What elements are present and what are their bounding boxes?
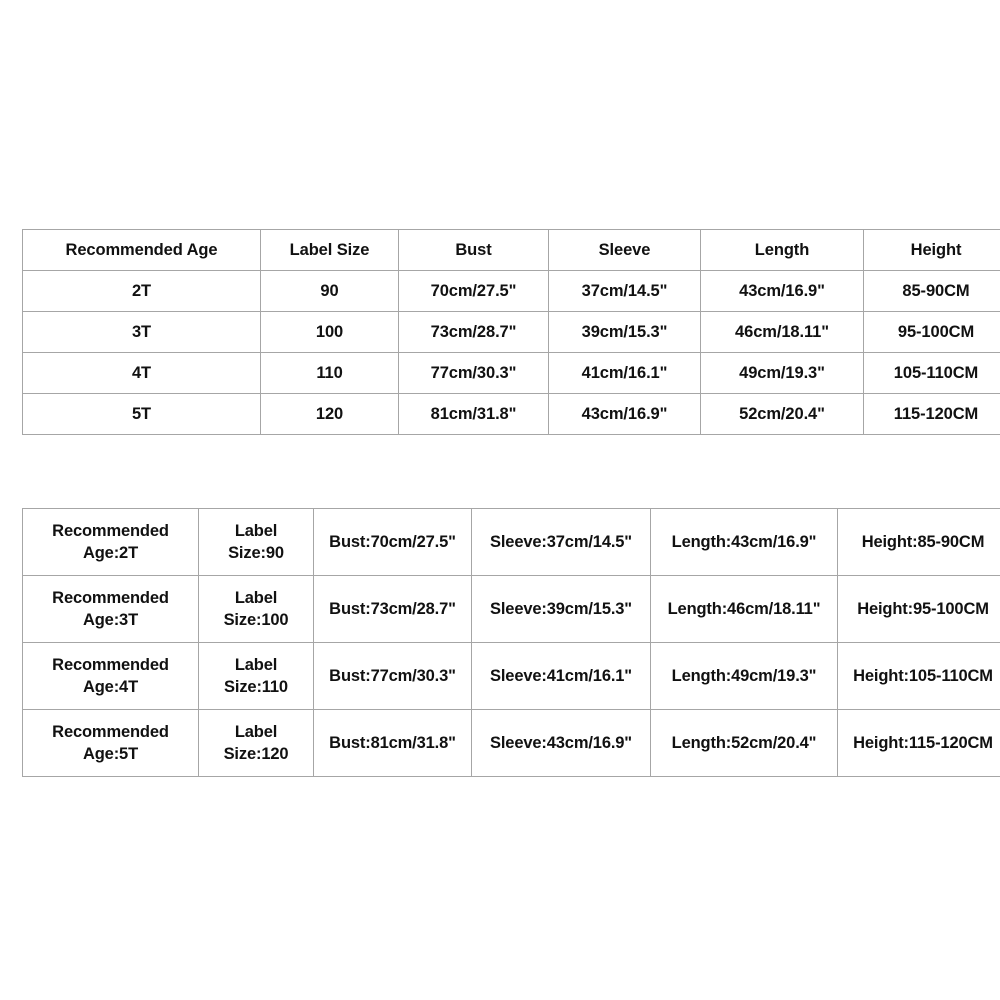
cell-recommended-age: 4T xyxy=(22,352,261,394)
cell-length: 52cm/20.4" xyxy=(700,393,864,435)
cell-length: 43cm/16.9" xyxy=(700,270,864,312)
cell-length: Length:46cm/18.11" xyxy=(650,575,838,643)
cell-recommended-age: Recommended Age:4T xyxy=(22,642,199,710)
column-header-label-size: Label Size xyxy=(260,229,399,271)
age-line-1: Recommended xyxy=(52,521,169,540)
stacked-text: Label Size:90 xyxy=(201,520,311,565)
cell-length: 49cm/19.3" xyxy=(700,352,864,394)
age-line-1: Recommended xyxy=(52,588,169,607)
cell-recommended-age: 2T xyxy=(22,270,261,312)
cell-bust: 81cm/31.8" xyxy=(398,393,549,435)
cell-length: 46cm/18.11" xyxy=(700,311,864,353)
cell-label-size: 100 xyxy=(260,311,399,353)
age-line-1: Recommended xyxy=(52,722,169,741)
cell-height: 85-90CM xyxy=(863,270,1000,312)
table-row: Recommended Age:4T Label Size:110 Bust:7… xyxy=(22,642,1000,710)
stacked-text: Label Size:120 xyxy=(201,721,311,766)
stacked-text: Recommended Age:5T xyxy=(25,721,196,766)
size-chart-inline-table: Recommended Age:2T Label Size:90 Bust:70… xyxy=(22,508,1000,777)
cell-height: Height:95-100CM xyxy=(837,575,1000,643)
cell-height: 115-120CM xyxy=(863,393,1000,435)
stacked-text: Label Size:110 xyxy=(201,654,311,699)
cell-label-size: Label Size:90 xyxy=(198,508,314,576)
table-row: Recommended Age:3T Label Size:100 Bust:7… xyxy=(22,575,1000,643)
stacked-text: Recommended Age:4T xyxy=(25,654,196,699)
label-line-1: Label xyxy=(234,722,278,741)
cell-length: Length:49cm/19.3" xyxy=(650,642,838,710)
cell-height: Height:85-90CM xyxy=(837,508,1000,576)
age-line-2: Age:4T xyxy=(82,678,139,696)
column-header-bust: Bust xyxy=(398,229,549,271)
age-line-2: Age:3T xyxy=(82,611,139,629)
cell-height: 105-110CM xyxy=(863,352,1000,394)
cell-bust: 77cm/30.3" xyxy=(398,352,549,394)
label-line-1: Label xyxy=(234,521,278,540)
cell-bust: Bust:70cm/27.5" xyxy=(313,508,472,576)
label-line-2: Size:110 xyxy=(224,678,288,696)
table-row: 5T 120 81cm/31.8" 43cm/16.9" 52cm/20.4" … xyxy=(22,393,1000,435)
cell-sleeve: Sleeve:39cm/15.3" xyxy=(471,575,651,643)
label-line-2: Size:120 xyxy=(223,745,289,763)
cell-recommended-age: Recommended Age:5T xyxy=(22,709,199,777)
stacked-text: Recommended Age:3T xyxy=(25,587,196,632)
table-header-row: Recommended Age Label Size Bust Sleeve L… xyxy=(22,229,1000,271)
table-row: Recommended Age:2T Label Size:90 Bust:70… xyxy=(22,508,1000,576)
column-header-length: Length xyxy=(700,229,864,271)
size-chart-column-table: Recommended Age Label Size Bust Sleeve L… xyxy=(22,229,1000,435)
cell-length: Length:43cm/16.9" xyxy=(650,508,838,576)
cell-label-size: Label Size:100 xyxy=(198,575,314,643)
cell-label-size: Label Size:110 xyxy=(198,642,314,710)
cell-sleeve: 41cm/16.1" xyxy=(548,352,701,394)
label-line-2: Size:90 xyxy=(228,544,284,562)
column-header-sleeve: Sleeve xyxy=(548,229,701,271)
cell-recommended-age: Recommended Age:2T xyxy=(22,508,199,576)
cell-sleeve: 39cm/15.3" xyxy=(548,311,701,353)
cell-sleeve: Sleeve:37cm/14.5" xyxy=(471,508,651,576)
table-row: 3T 100 73cm/28.7" 39cm/15.3" 46cm/18.11"… xyxy=(22,311,1000,353)
cell-sleeve: Sleeve:43cm/16.9" xyxy=(471,709,651,777)
stacked-text: Label Size:100 xyxy=(201,587,311,632)
label-line-2: Size:100 xyxy=(223,611,289,629)
cell-label-size: 90 xyxy=(260,270,399,312)
cell-label-size: Label Size:120 xyxy=(198,709,314,777)
column-header-height: Height xyxy=(863,229,1000,271)
age-line-1: Recommended xyxy=(52,655,169,674)
table-row: Recommended Age:5T Label Size:120 Bust:8… xyxy=(22,709,1000,777)
cell-length: Length:52cm/20.4" xyxy=(650,709,838,777)
cell-sleeve: 43cm/16.9" xyxy=(548,393,701,435)
label-line-1: Label xyxy=(234,655,278,674)
size-chart-page: Recommended Age Label Size Bust Sleeve L… xyxy=(0,0,1000,1000)
stacked-text: Recommended Age:2T xyxy=(25,520,196,565)
cell-bust: Bust:77cm/30.3" xyxy=(313,642,472,710)
cell-label-size: 120 xyxy=(260,393,399,435)
age-line-2: Age:5T xyxy=(82,745,139,763)
cell-bust: Bust:81cm/31.8" xyxy=(313,709,472,777)
cell-height: Height:115-120CM xyxy=(837,709,1000,777)
cell-sleeve: 37cm/14.5" xyxy=(548,270,701,312)
table-row: 4T 110 77cm/30.3" 41cm/16.1" 49cm/19.3" … xyxy=(22,352,1000,394)
cell-height: 95-100CM xyxy=(863,311,1000,353)
cell-label-size: 110 xyxy=(260,352,399,394)
cell-recommended-age: 3T xyxy=(22,311,261,353)
cell-bust: 73cm/28.7" xyxy=(398,311,549,353)
cell-bust: Bust:73cm/28.7" xyxy=(313,575,472,643)
table-row: 2T 90 70cm/27.5" 37cm/14.5" 43cm/16.9" 8… xyxy=(22,270,1000,312)
label-line-1: Label xyxy=(234,588,278,607)
age-line-2: Age:2T xyxy=(82,544,139,562)
cell-sleeve: Sleeve:41cm/16.1" xyxy=(471,642,651,710)
cell-height: Height:105-110CM xyxy=(837,642,1000,710)
cell-recommended-age: Recommended Age:3T xyxy=(22,575,199,643)
cell-recommended-age: 5T xyxy=(22,393,261,435)
column-header-recommended-age: Recommended Age xyxy=(22,229,261,271)
cell-bust: 70cm/27.5" xyxy=(398,270,549,312)
